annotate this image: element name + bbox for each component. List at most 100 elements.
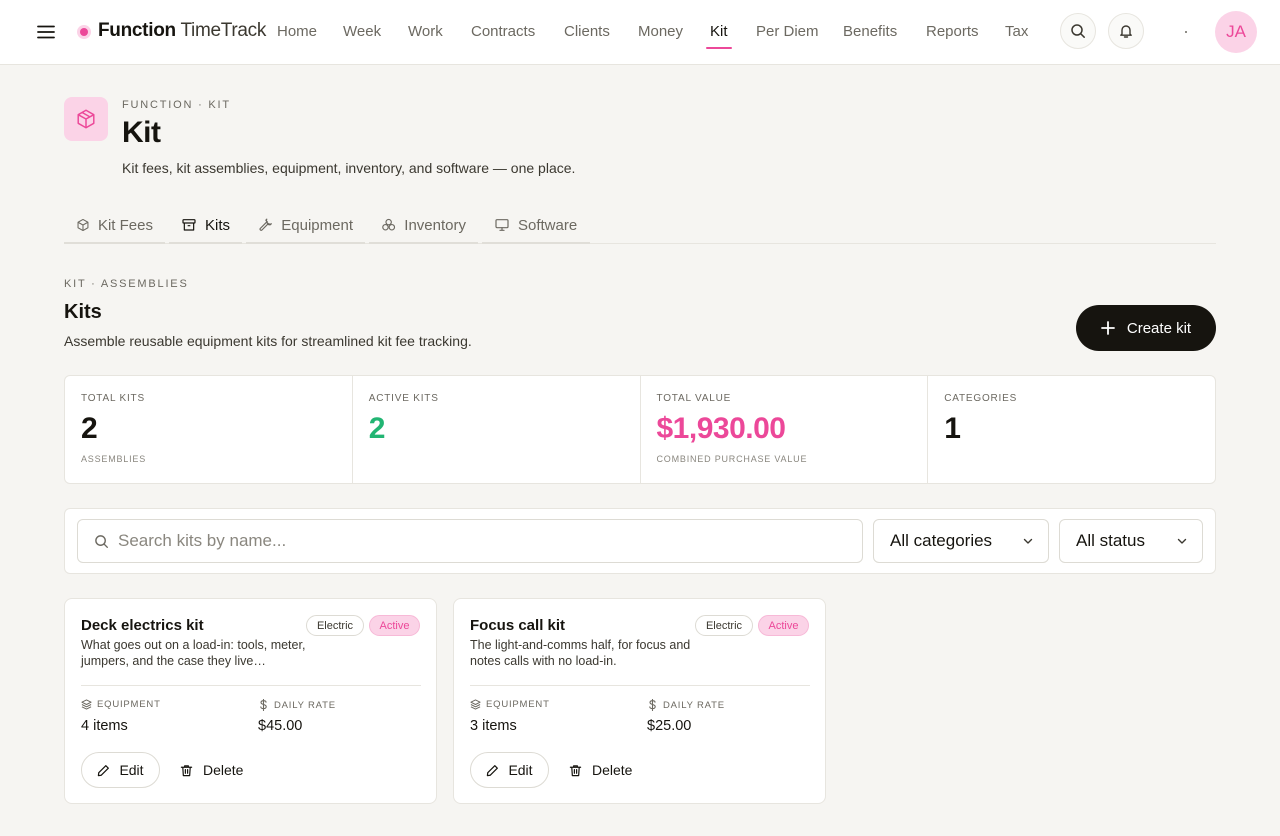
stat-value: 2: [368, 412, 386, 445]
daily-rate-value: $25.00: [647, 718, 692, 734]
kit-name: Focus call kit: [470, 617, 566, 634]
status-badge: Active: [369, 615, 420, 636]
stat-categories: CATEGORIES 1: [928, 376, 1215, 483]
edit-button[interactable]: Edit: [81, 752, 160, 788]
stat-value: 1: [944, 412, 961, 445]
nav-home[interactable]: Home: [277, 23, 317, 40]
create-kit-button[interactable]: Create kit: [1076, 305, 1216, 351]
status-dot: [1185, 31, 1187, 33]
tab-label: Software: [518, 216, 578, 234]
card-divider: [81, 685, 421, 686]
brand-logo[interactable]: Function TimeTrack: [98, 20, 266, 42]
tab-kit-fees[interactable]: Kit Fees: [64, 208, 165, 244]
delete-button[interactable]: Delete: [569, 752, 632, 788]
daily-rate-label: DAILY RATE: [647, 699, 725, 711]
package-icon: [77, 109, 95, 129]
dollar-icon: [260, 699, 267, 711]
stat-label: TOTAL KITS: [81, 393, 145, 404]
nav-money[interactable]: Money: [638, 23, 683, 40]
nav-benefits[interactable]: Benefits: [843, 23, 897, 40]
stat-note: ASSEMBLIES: [81, 454, 147, 464]
pencil-icon: [98, 764, 110, 776]
tab-label: Kit Fees: [97, 216, 153, 234]
nav-tax[interactable]: Tax: [1005, 23, 1028, 40]
equipment-count: 3 items: [470, 718, 517, 734]
search-button[interactable]: [1060, 13, 1096, 49]
tab-software[interactable]: Software: [482, 208, 590, 244]
kit-card: Focus call kit Electric Active The light…: [453, 598, 826, 804]
status-select[interactable]: All status: [1059, 519, 1203, 563]
nav-week[interactable]: Week: [343, 23, 381, 40]
stat-label: TOTAL VALUE: [656, 393, 732, 404]
bell-icon: [1120, 25, 1132, 38]
chevron-down-icon: [1177, 538, 1187, 544]
trash-icon: [180, 764, 193, 776]
nav-clients[interactable]: Clients: [564, 23, 610, 40]
category-badge: Electric: [306, 615, 364, 636]
tab-kits[interactable]: Kits: [169, 208, 242, 244]
menu-icon[interactable]: [36, 22, 56, 42]
daily-rate-value: $45.00: [258, 718, 303, 734]
stat-active-kits: ACTIVE KITS 2: [353, 376, 641, 483]
dollar-icon: [649, 699, 656, 711]
nav-work[interactable]: Work: [408, 23, 443, 40]
trash-icon: [569, 764, 582, 776]
section-title: Kits: [64, 301, 102, 323]
layers-icon: [81, 699, 92, 710]
top-navigation-bar: Function TimeTrack Home Week Work Contra…: [0, 0, 1280, 65]
kit-description: What goes out on a load-in: tools, meter…: [81, 638, 306, 668]
stat-total-kits: TOTAL KITS 2 ASSEMBLIES: [65, 376, 353, 483]
category-badge: Electric: [695, 615, 753, 636]
section-subtitle: Assemble reusable equipment kits for str…: [64, 333, 472, 349]
page-package-icon: [64, 97, 108, 141]
stat-label: CATEGORIES: [944, 393, 1018, 404]
status-badge: Active: [758, 615, 809, 636]
nav-kit[interactable]: Kit: [710, 23, 728, 40]
page-subtitle: Kit fees, kit assemblies, equipment, inv…: [122, 160, 576, 176]
delete-button[interactable]: Delete: [180, 752, 243, 788]
boxes-icon: [382, 218, 396, 231]
tab-label: Equipment: [281, 216, 353, 234]
notifications-button[interactable]: [1108, 13, 1144, 49]
tab-equipment[interactable]: Equipment: [246, 208, 365, 244]
search-icon: [95, 535, 109, 549]
nav-reports[interactable]: Reports: [926, 23, 979, 40]
nav-contracts[interactable]: Contracts: [471, 23, 535, 40]
layers-icon: [470, 699, 481, 710]
stat-label: ACTIVE KITS: [368, 393, 439, 404]
plus-icon: [1100, 321, 1115, 335]
edit-button[interactable]: Edit: [470, 752, 549, 788]
tab-inventory[interactable]: Inventory: [369, 208, 478, 244]
pencil-icon: [487, 764, 499, 776]
user-avatar[interactable]: JA: [1215, 11, 1257, 53]
equipment-label: EQUIPMENT: [81, 699, 161, 710]
page-title: Kit: [122, 116, 161, 149]
daily-rate-label: DAILY RATE: [258, 699, 336, 711]
wrench-icon: [259, 218, 272, 231]
nav-per-diem[interactable]: Per Diem: [756, 23, 819, 40]
chevron-down-icon: [1023, 538, 1033, 544]
package-icon: [77, 218, 89, 232]
create-kit-label: Create kit: [1126, 319, 1192, 337]
stat-total-value: TOTAL VALUE $1,930.00 COMBINED PURCHASE …: [641, 376, 929, 483]
kit-card: Deck electrics kit Electric Active What …: [64, 598, 437, 804]
page-eyebrow: FUNCTION · KIT: [122, 99, 231, 111]
brand-name-bold: Function: [98, 20, 176, 41]
status-select-value: All status: [1076, 531, 1145, 550]
brand-name-light: TimeTrack: [180, 20, 267, 41]
search-input[interactable]: [118, 520, 848, 562]
category-select[interactable]: All categories: [873, 519, 1049, 563]
active-nav-indicator: [706, 47, 732, 49]
tab-label: Kits: [204, 216, 230, 234]
equipment-count: 4 items: [81, 718, 128, 734]
brand-dot: [80, 28, 88, 36]
kit-name: Deck electrics kit: [81, 617, 204, 634]
equipment-label: EQUIPMENT: [470, 699, 550, 710]
kit-description: The light-and-comms half, for focus and …: [470, 638, 691, 668]
filters-bar: All categories All status: [64, 508, 1216, 574]
stat-value: $1,930.00: [656, 412, 786, 445]
tab-label: Inventory: [404, 216, 466, 234]
stat-note: COMBINED PURCHASE VALUE: [656, 454, 808, 464]
stats-panel: TOTAL KITS 2 ASSEMBLIES ACTIVE KITS 2 TO…: [64, 375, 1216, 484]
category-select-value: All categories: [890, 531, 993, 550]
